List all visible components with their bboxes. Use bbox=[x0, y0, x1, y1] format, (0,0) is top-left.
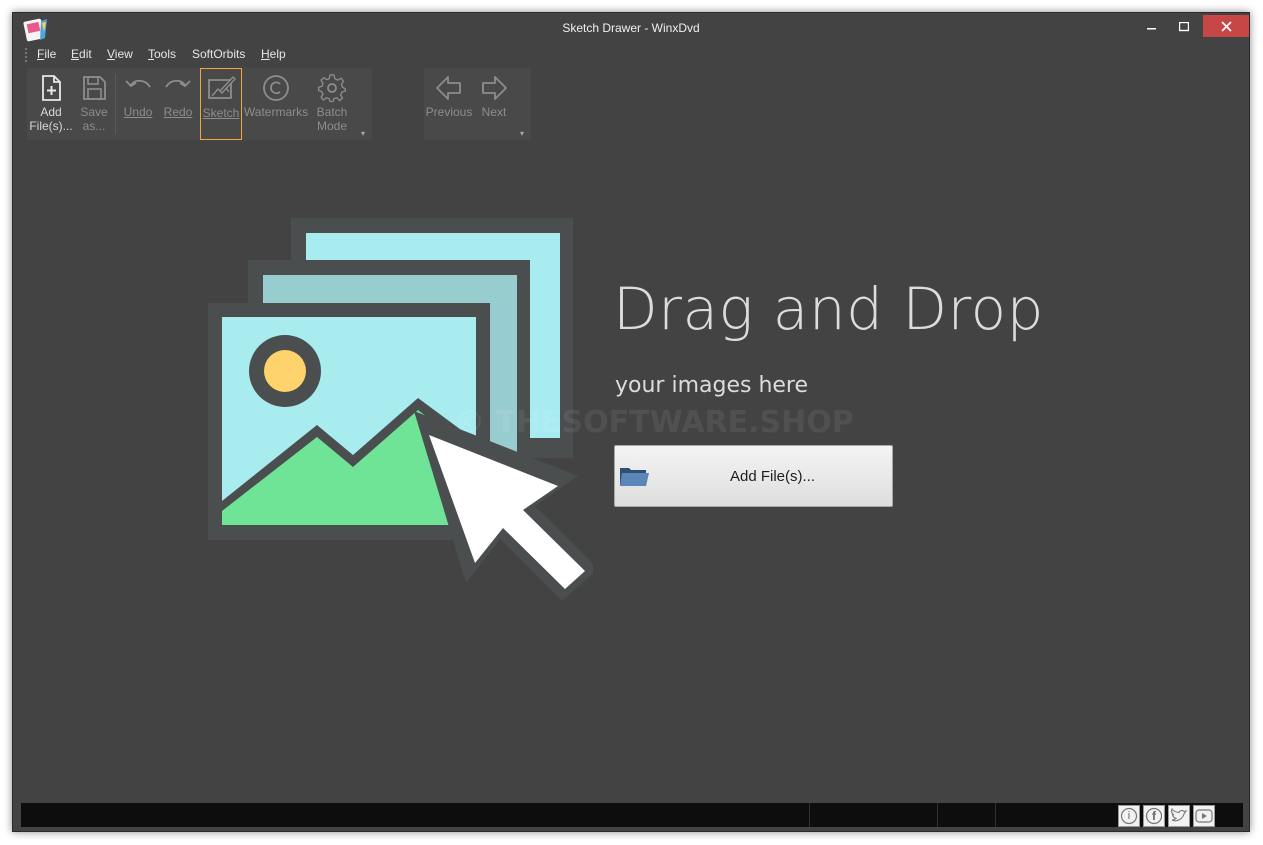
watermarks-label: Watermarks bbox=[243, 105, 309, 119]
watermark-text: © THESOFTWARE.SHOP bbox=[455, 405, 854, 440]
status-divider bbox=[995, 803, 996, 827]
title-bar: Sketch Drawer - WinxDvd bbox=[13, 13, 1249, 45]
watermarks-button[interactable]: Watermarks bbox=[244, 68, 308, 140]
menu-view[interactable]: View bbox=[107, 47, 133, 61]
menu-edit[interactable]: Edit bbox=[71, 47, 92, 61]
close-button[interactable] bbox=[1203, 15, 1249, 37]
status-divider bbox=[809, 803, 810, 827]
menu-file[interactable]: File bbox=[37, 47, 56, 61]
undo-icon bbox=[125, 79, 151, 88]
add-files-label-1: Add bbox=[40, 105, 62, 119]
menu-softorbits[interactable]: SoftOrbits bbox=[192, 47, 245, 61]
add-files-large-label: Add File(s)... bbox=[729, 468, 816, 485]
add-files-label-2: File(s)... bbox=[29, 119, 73, 133]
drag-drop-illustration bbox=[208, 218, 593, 601]
youtube-icon[interactable] bbox=[1193, 805, 1215, 827]
toolbar-navigation: Previous Next ▾ bbox=[424, 68, 531, 140]
batch-mode-label-1: Batch bbox=[316, 105, 348, 119]
maximize-button[interactable] bbox=[1167, 13, 1201, 41]
app-window: Sketch Drawer - WinxDvd File Edit View T… bbox=[12, 12, 1250, 832]
facebook-icon-glyph: f bbox=[1152, 809, 1156, 823]
undo-button[interactable]: Undo bbox=[119, 68, 157, 140]
menu-help[interactable]: Help bbox=[261, 47, 286, 61]
batch-mode-button[interactable]: Batch Mode bbox=[310, 68, 354, 140]
menu-grip bbox=[25, 48, 27, 62]
gear-icon bbox=[318, 74, 346, 103]
status-divider bbox=[937, 803, 938, 827]
close-icon bbox=[1220, 20, 1232, 32]
redo-button[interactable]: Redo bbox=[159, 68, 197, 140]
redo-label: Redo bbox=[163, 105, 193, 119]
add-files-button[interactable]: Add File(s)... bbox=[29, 68, 73, 140]
info-icon[interactable]: i bbox=[1118, 805, 1140, 827]
previous-button[interactable]: Previous bbox=[424, 68, 474, 140]
minimize-button[interactable] bbox=[1135, 13, 1169, 41]
copyright-icon bbox=[263, 75, 289, 101]
toolbar-overflow-icon[interactable]: ▾ bbox=[361, 130, 368, 138]
info-icon-glyph: i bbox=[1127, 810, 1131, 822]
twitter-icon[interactable] bbox=[1168, 805, 1190, 827]
arrow-left-icon bbox=[436, 76, 461, 100]
sketch-label: Sketch bbox=[202, 106, 240, 120]
add-files-large-button[interactable]: Add File(s)... bbox=[614, 445, 893, 507]
batch-mode-label-2: Mode bbox=[316, 119, 348, 133]
redo-icon bbox=[165, 79, 191, 88]
sketch-icon bbox=[208, 75, 236, 99]
drag-drop-subtitle: your images here bbox=[615, 373, 809, 398]
menu-tools[interactable]: Tools bbox=[148, 47, 176, 61]
previous-label: Previous bbox=[425, 105, 473, 119]
next-label: Next bbox=[481, 105, 507, 119]
undo-label: Undo bbox=[123, 105, 153, 119]
menu-bar: File Edit View Tools SoftOrbits Help bbox=[13, 45, 1249, 65]
status-bar: i f bbox=[21, 803, 1243, 827]
sketch-button[interactable]: Sketch bbox=[200, 68, 242, 140]
arrow-right-icon bbox=[482, 76, 507, 100]
save-icon bbox=[83, 76, 106, 100]
save-as-label-2: as... bbox=[82, 119, 106, 133]
toolbar-separator bbox=[115, 74, 116, 134]
save-as-label-1: Save bbox=[80, 105, 108, 119]
drag-drop-title: Drag and Drop bbox=[613, 275, 1044, 343]
window-title: Sketch Drawer - WinxDvd bbox=[562, 21, 700, 35]
file-add-icon bbox=[42, 75, 61, 101]
toolbar-main: Add File(s)... Save as... Undo Redo Sket… bbox=[27, 68, 372, 140]
next-button[interactable]: Next bbox=[476, 68, 512, 140]
save-as-button[interactable]: Save as... bbox=[75, 68, 113, 140]
facebook-icon[interactable]: f bbox=[1143, 805, 1165, 827]
toolbar-overflow-icon-2[interactable]: ▾ bbox=[520, 130, 527, 138]
